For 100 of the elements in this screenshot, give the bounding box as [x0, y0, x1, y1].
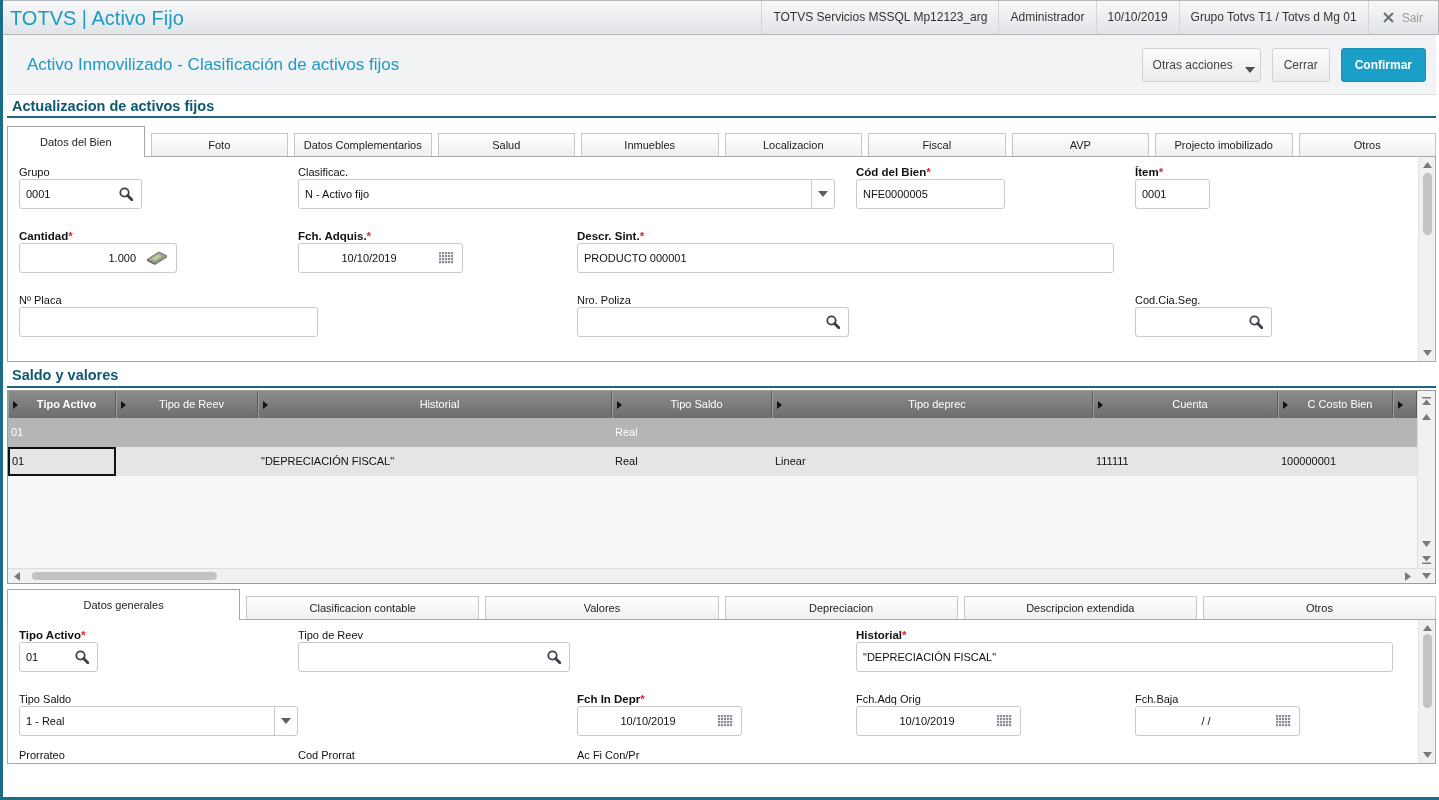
search-icon[interactable]: [75, 650, 89, 664]
scroll-up-icon[interactable]: [1422, 625, 1432, 631]
field-label: Descr. Sint.*: [577, 229, 645, 243]
column-marker-icon: [777, 400, 782, 409]
vertical-scrollbar[interactable]: [1418, 157, 1435, 361]
tab[interactable]: Fiscal: [868, 133, 1006, 156]
date-field[interactable]: / /: [1135, 706, 1300, 736]
field-label: Nº Placa: [19, 293, 62, 307]
scroll-down-icon[interactable]: [1422, 752, 1432, 758]
text-field[interactable]: "DEPRECIACIÓN FISCAL": [856, 642, 1393, 672]
tab[interactable]: Datos generales: [7, 589, 241, 620]
scroll-down-icon[interactable]: [1422, 350, 1432, 356]
calendar-icon[interactable]: [1276, 715, 1291, 727]
text-field[interactable]: [19, 307, 318, 337]
calendar-icon[interactable]: [439, 252, 454, 264]
search-icon[interactable]: [826, 315, 840, 329]
tab[interactable]: AVP: [1011, 133, 1149, 156]
table-cell-text: 100000001: [1280, 454, 1338, 470]
scroll-down-icon[interactable]: [1422, 541, 1431, 547]
caret-icon: [1244, 66, 1255, 73]
user-label: Administrador: [998, 1, 1096, 34]
lookup-field[interactable]: 01: [19, 642, 98, 672]
field-label: Fch. Adquis.*: [298, 229, 372, 243]
calendar-icon[interactable]: [997, 715, 1012, 727]
scroll-down-icon[interactable]: [1421, 573, 1431, 579]
tab[interactable]: Valores: [485, 596, 719, 619]
text-field[interactable]: PRODUCTO 000001: [577, 243, 1114, 273]
scroll-up-icon[interactable]: [1422, 162, 1432, 168]
field-label: Historial*: [856, 628, 907, 642]
tab[interactable]: Otros: [1202, 596, 1437, 619]
calculator-icon[interactable]: [146, 251, 168, 265]
field-label: Cantidad*: [19, 229, 73, 243]
tab[interactable]: Datos del Bien: [7, 126, 145, 157]
tab[interactable]: Salud: [437, 133, 575, 156]
scroll-up-icon[interactable]: [1422, 414, 1431, 420]
text-field[interactable]: NFE0000005: [856, 179, 1005, 209]
field-label: Tipo Activo*: [19, 628, 86, 642]
field-label: Fch.Baja: [1135, 692, 1179, 706]
column-marker-icon: [263, 400, 268, 409]
lookup-field[interactable]: [1135, 307, 1272, 337]
date-field[interactable]: 10/10/2019: [856, 706, 1021, 736]
field-label: Fch In Depr*: [577, 692, 645, 706]
field-label: Clasificac.: [298, 165, 349, 179]
scrollbar-thumb[interactable]: [32, 572, 217, 580]
tab[interactable]: Projecto imobilizado: [1155, 133, 1293, 156]
scroll-top-icon[interactable]: [1422, 397, 1431, 405]
field-label: Cód del Bien*: [856, 165, 931, 179]
tab[interactable]: Otros: [1298, 133, 1436, 156]
table-row[interactable]: 01 "DEPRECIACIÓN FISCAL" Real Linear 111111 100000001: [8, 447, 1417, 476]
vertical-scrollbar[interactable]: [1418, 620, 1435, 763]
column-marker-icon: [13, 400, 18, 409]
field-label: Tipo Saldo: [19, 692, 72, 706]
search-icon[interactable]: [1249, 315, 1263, 329]
table-cell-text: Linear: [774, 454, 807, 470]
lookup-field[interactable]: [577, 307, 849, 337]
table-cell: 01: [8, 447, 116, 476]
tab[interactable]: Depreciacion: [724, 596, 958, 619]
tab[interactable]: Descripcion extendida: [963, 596, 1197, 619]
table-cell-text: Real: [614, 425, 639, 441]
field-label: Prorrateo: [19, 748, 65, 762]
close-button[interactable]: Cerrar: [1271, 47, 1330, 82]
calendar-icon[interactable]: [718, 715, 733, 727]
close-icon: [1382, 12, 1394, 23]
date-field[interactable]: 10/10/2019: [298, 243, 463, 273]
search-icon[interactable]: [119, 187, 133, 201]
search-icon[interactable]: [547, 650, 561, 664]
lookup-field[interactable]: [298, 642, 570, 672]
field-label: Nro. Poliza: [577, 293, 631, 307]
table-cell-text: 111111: [1095, 454, 1130, 470]
page-title: Activo Inmovilizado - Clasificación de activos fijos: [27, 53, 400, 76]
tab[interactable]: Foto: [150, 133, 288, 156]
field-label: Tipo de Reev: [298, 628, 364, 642]
scrollbar-thumb[interactable]: [1422, 634, 1432, 708]
number-field[interactable]: 1.000: [19, 243, 177, 273]
section-title: Actualizacion de activos fijos: [7, 95, 1436, 118]
dropdown-field[interactable]: 1 - Real: [19, 706, 298, 736]
scroll-bottom-icon[interactable]: [1422, 556, 1431, 564]
tab[interactable]: Clasificacion contable: [246, 596, 480, 619]
field-label: Ítem*: [1135, 165, 1164, 179]
tab[interactable]: Inmuebles: [581, 133, 719, 156]
section-title: Saldo y valores: [7, 362, 1436, 388]
field-label: Ac Fi Con/Pr: [577, 748, 640, 762]
column-marker-icon: [1398, 400, 1403, 409]
column-marker-icon: [1283, 400, 1288, 409]
vertical-scrollbar[interactable]: [1417, 391, 1435, 568]
environment-label: TOTVS Servicios MSSQL Mp12123_arg: [761, 1, 999, 34]
tab[interactable]: Localizacion: [724, 133, 862, 156]
date-field[interactable]: 10/10/2019: [577, 706, 742, 736]
actions-menu-button[interactable]: Otras acciones: [1141, 47, 1261, 82]
column-marker-icon: [121, 400, 126, 409]
scroll-right-icon[interactable]: [1405, 571, 1411, 581]
scrollbar-thumb[interactable]: [1422, 173, 1432, 235]
field-label: Cod.Cia.Seg.: [1135, 293, 1201, 307]
dropdown-field[interactable]: N - Activo fijo: [298, 179, 835, 209]
table-cell-text: "DEPRECIACIÓN FISCAL": [260, 454, 396, 470]
table-cell-text: 01: [10, 425, 25, 441]
scroll-left-icon[interactable]: [14, 571, 20, 581]
text-field[interactable]: 0001: [1135, 179, 1210, 209]
tab[interactable]: Datos Complementarios: [294, 133, 432, 156]
lookup-field[interactable]: 0001: [19, 179, 142, 209]
